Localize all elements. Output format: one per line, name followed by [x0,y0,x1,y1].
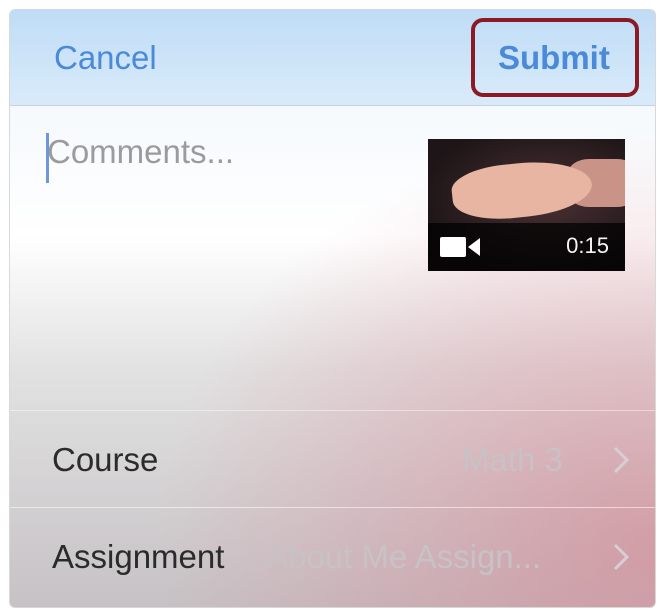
comments-field[interactable]: Comments... [47,133,397,189]
course-label: Course [52,441,159,478]
course-row[interactable]: Course Math 3 [10,410,655,507]
video-camera-icon [440,237,480,257]
video-thumbnail[interactable]: 0:15 [428,139,625,271]
submit-button[interactable]: Submit [498,39,610,77]
cancel-button[interactable]: Cancel [54,39,157,77]
chevron-right-icon [613,446,630,474]
share-extension-sheet: Cancel Submit Comments... 0:15 Course Ma… [9,9,656,608]
text-cursor [46,133,49,183]
assignment-label: Assignment [52,538,225,575]
navigation-bar: Cancel Submit [10,10,655,106]
chevron-right-icon [613,543,630,571]
video-duration: 0:15 [566,233,609,258]
assignment-row[interactable]: Assignment About Me Assign... [10,507,655,604]
course-value: Math 3 [462,441,563,478]
assignment-value: About Me Assign... [266,538,542,575]
